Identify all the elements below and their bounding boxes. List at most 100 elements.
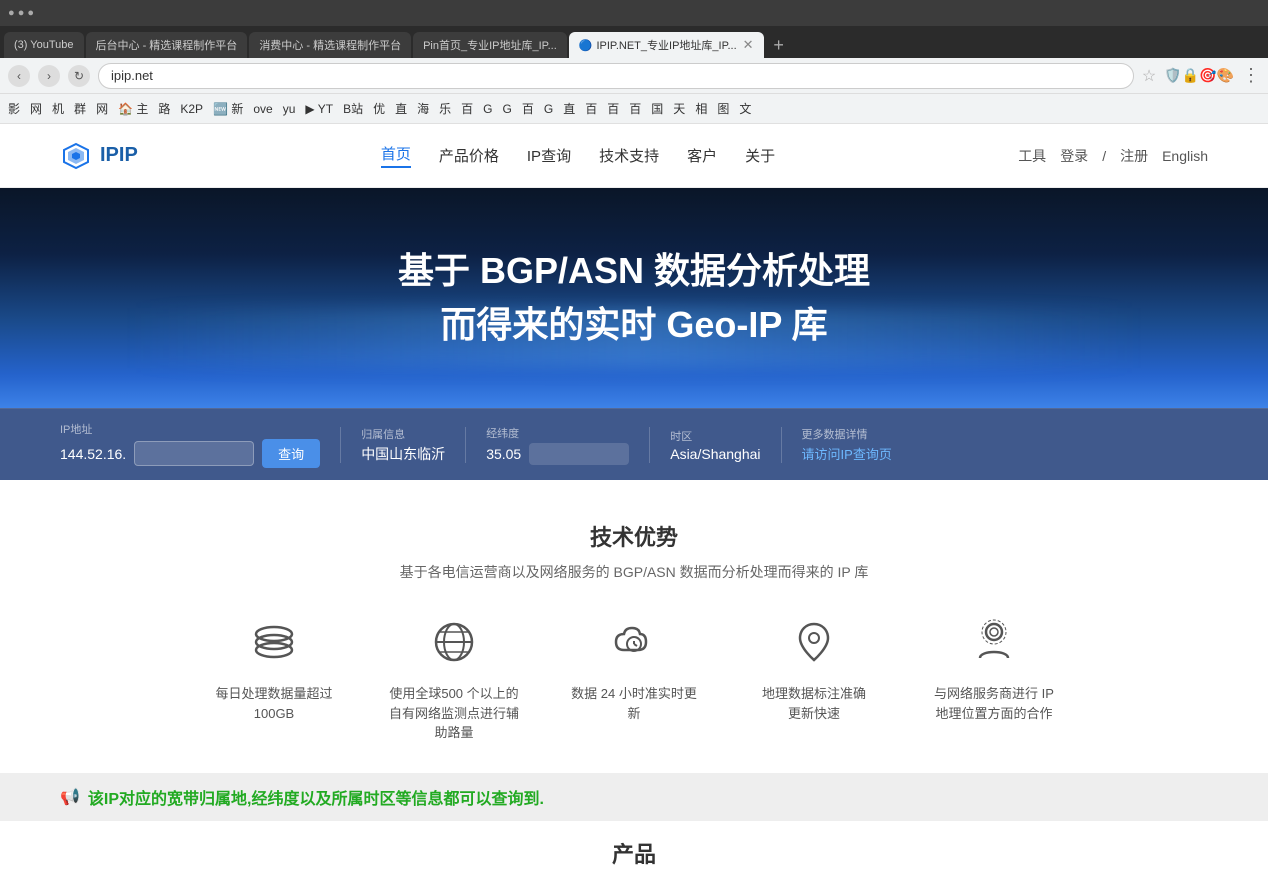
ip-divider-3 [649, 427, 650, 463]
tab-close[interactable]: ✕ [743, 37, 754, 53]
bookmark-bai4[interactable]: 百 [607, 100, 619, 117]
forward-button[interactable]: › [38, 65, 60, 87]
bookmark-ove[interactable]: ove [253, 102, 272, 116]
ip-address-field: IP地址 144.52.16. 查询 [60, 421, 320, 468]
logo-icon [60, 140, 92, 172]
bookmark-4[interactable]: 群 [74, 100, 86, 117]
hero-title-line1: 基于 BGP/ASN 数据分析处理 [398, 244, 870, 298]
more-link[interactable]: 请访问IP查询页 [802, 444, 892, 463]
tab-ipip-active[interactable]: 🔵 IPIP.NET_专业IP地址库_IP... ✕ [569, 32, 764, 58]
bookmark-g3[interactable]: G [544, 102, 553, 116]
ip-search-input[interactable] [134, 441, 254, 466]
products-title: 产品 [60, 837, 1208, 869]
tech-subtitle: 基于各电信运营商以及网络服务的 BGP/ASN 数据而分析处理而得来的 IP 库 [60, 562, 1208, 582]
feature-monitoring: 使用全球500 个以上的自有网络监测点进行辅助路量 [389, 612, 519, 743]
menu-button[interactable]: ⋮ [1242, 65, 1260, 86]
globe-icon [424, 612, 484, 672]
announcement-text: 该IP对应的宽带归属地,经纬度以及所属时区等信息都可以查询到. [88, 785, 544, 809]
person-network-icon [964, 612, 1024, 672]
bookmark-tu[interactable]: 图 [717, 100, 729, 117]
bookmark-bai[interactable]: 百 [461, 100, 473, 117]
bookmark-wen[interactable]: 文 [739, 100, 751, 117]
announcement-icon: 📢 [60, 787, 80, 807]
site-logo[interactable]: IPIP [60, 140, 138, 172]
layers-icon [244, 612, 304, 672]
feature-data-volume: 每日处理数据量超过100GB [209, 612, 339, 743]
more-field: 更多数据详情 请访问IP查询页 [802, 426, 892, 463]
bookmark-guo[interactable]: 国 [651, 100, 663, 117]
bookmark-bai3[interactable]: 百 [585, 100, 597, 117]
bookmark-bai2[interactable]: 百 [522, 100, 534, 117]
feature-realtime: 数据 24 小时准实时更新 [569, 612, 699, 743]
nav-tech-support[interactable]: 技术支持 [599, 145, 659, 166]
bookmark-star[interactable]: ☆ [1142, 66, 1156, 86]
tab-3[interactable]: 消费中心 - 精选课程制作平台 [249, 32, 411, 58]
ip-search-button[interactable]: 查询 [262, 439, 320, 468]
tab-2[interactable]: 后台中心 - 精选课程制作平台 [86, 32, 248, 58]
features-grid: 每日处理数据量超过100GB 使用全球500 个以上的自有网络监测点进行辅助路量 [60, 612, 1208, 743]
address-input[interactable] [98, 63, 1134, 89]
tab-youtube[interactable]: (3) YouTube [4, 32, 84, 58]
bookmark-k2p[interactable]: K2P [180, 102, 203, 116]
bookmark-5[interactable]: 网 [96, 100, 108, 117]
bookmark-hai[interactable]: 海 [417, 100, 429, 117]
bookmark-2[interactable]: 网 [30, 100, 42, 117]
longitude-value-row: 35.05 [486, 443, 629, 465]
ip-value-row: 144.52.16. 查询 [60, 439, 320, 468]
nav-customers[interactable]: 客户 [687, 145, 717, 166]
tools-link[interactable]: 工具 [1018, 146, 1046, 166]
bookmark-zhi[interactable]: 直 [395, 100, 407, 117]
longitude-label: 经纬度 [486, 425, 629, 441]
clock-cloud-icon [604, 612, 664, 672]
new-tab-button[interactable]: + [766, 32, 792, 58]
bookmark-1[interactable]: 影 [8, 100, 20, 117]
bookmark-6[interactable]: 🏠 主 [118, 100, 148, 117]
feature-isp-cooperation: 与网络服务商进行 IP地理位置方面的合作 [929, 612, 1059, 743]
register-link[interactable]: 注册 [1120, 146, 1148, 166]
bookmark-new[interactable]: 🆕 新 [213, 100, 243, 117]
tab-label-active: IPIP.NET_专业IP地址库_IP... [596, 37, 736, 53]
bookmark-yu[interactable]: yu [283, 102, 296, 116]
nav-pricing[interactable]: 产品价格 [439, 145, 499, 166]
bookmark-xiang[interactable]: 相 [695, 100, 707, 117]
longitude-field: 经纬度 35.05 [486, 425, 629, 465]
longitude-input-placeholder [529, 443, 629, 465]
bookmark-g[interactable]: G [483, 102, 492, 116]
tech-title: 技术优势 [60, 520, 1208, 552]
timezone-label: 时区 [670, 428, 760, 444]
ip-divider-4 [781, 427, 782, 463]
timezone-value: Asia/Shanghai [670, 446, 760, 462]
tab-label: (3) YouTube [14, 39, 74, 51]
login-link[interactable]: 登录 [1060, 146, 1088, 166]
bookmark-you[interactable]: 优 [373, 100, 385, 117]
nav-ip-query[interactable]: IP查询 [527, 145, 571, 166]
bookmark-le[interactable]: 乐 [439, 100, 451, 117]
bookmark-tian[interactable]: 天 [673, 100, 685, 117]
feature-1-text: 每日处理数据量超过100GB [215, 684, 332, 723]
tab-4[interactable]: Pin首页_专业IP地址库_IP... [413, 32, 567, 58]
bookmark-bai5[interactable]: 百 [629, 100, 641, 117]
more-label: 更多数据详情 [802, 426, 892, 442]
bookmark-zhi2[interactable]: 直 [563, 100, 575, 117]
back-button[interactable]: ‹ [8, 65, 30, 87]
header-right: 工具 登录 / 注册 English [1018, 146, 1208, 166]
ip-value: 144.52.16. [60, 446, 126, 462]
bookmark-g2[interactable]: G [503, 102, 512, 116]
language-switch[interactable]: English [1162, 148, 1208, 164]
hero-title-line2: 而得来的实时 Geo-IP 库 [398, 298, 870, 352]
nav-home[interactable]: 首页 [381, 143, 411, 168]
tab-bar: (3) YouTube 后台中心 - 精选课程制作平台 消费中心 - 精选课程制… [0, 26, 1268, 58]
logo-text: IPIP [100, 144, 138, 167]
bookmark-7[interactable]: 路 [158, 100, 170, 117]
ip-search-bar: IP地址 144.52.16. 查询 归属信息 中国山东临沂 经纬度 35.05… [0, 408, 1268, 480]
reload-button[interactable]: ↻ [68, 65, 90, 87]
address-bar-row: ‹ › ↻ ☆ 🛡️🔒🎯🎨 ⋮ [0, 58, 1268, 94]
site-header: IPIP 首页 产品价格 IP查询 技术支持 客户 关于 工具 登录 / 注册 … [0, 124, 1268, 188]
bookmark-yt[interactable]: ▶ YT [305, 102, 333, 116]
tab-label: 消费中心 - 精选课程制作平台 [259, 37, 401, 53]
feature-2-text: 使用全球500 个以上的自有网络监测点进行辅助路量 [389, 684, 519, 743]
bookmark-3[interactable]: 机 [52, 100, 64, 117]
nav-about[interactable]: 关于 [745, 145, 775, 166]
bookmark-bilibili[interactable]: B站 [343, 100, 363, 117]
tab-label: Pin首页_专业IP地址库_IP... [423, 37, 557, 53]
